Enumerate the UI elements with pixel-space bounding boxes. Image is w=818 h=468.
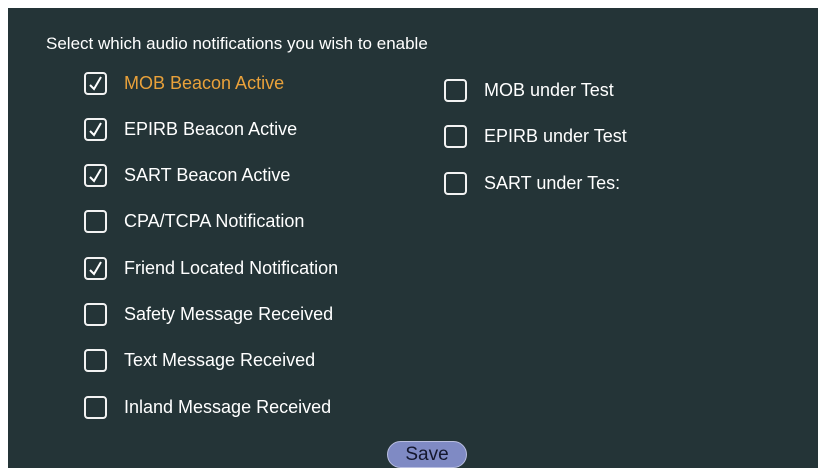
option-label: SART Beacon Active bbox=[124, 165, 291, 185]
option-cpa-tcpa-notification[interactable]: CPA/TCPA Notification bbox=[84, 210, 304, 233]
option-epirb-beacon-active[interactable]: EPIRB Beacon Active bbox=[84, 118, 297, 141]
option-label: SART under Tes: bbox=[484, 173, 621, 193]
checkmark-icon bbox=[89, 122, 102, 137]
checkbox[interactable] bbox=[84, 257, 107, 280]
checkbox[interactable] bbox=[84, 396, 107, 419]
checkbox[interactable] bbox=[444, 172, 467, 195]
checkbox[interactable] bbox=[444, 79, 467, 102]
option-mob-beacon-active[interactable]: MOB Beacon Active bbox=[84, 72, 284, 95]
option-inland-message-received[interactable]: Inland Message Received bbox=[84, 396, 331, 419]
option-label: EPIRB under Test bbox=[484, 126, 627, 146]
checkbox[interactable] bbox=[84, 349, 107, 372]
option-label: Safety Message Received bbox=[124, 304, 334, 324]
option-label: EPIRB Beacon Active bbox=[124, 119, 298, 139]
option-sart-under-test[interactable]: SART under Tes: bbox=[444, 172, 620, 195]
checkbox[interactable] bbox=[84, 164, 107, 187]
option-label: MOB Beacon Active bbox=[124, 73, 285, 93]
option-epirb-under-test[interactable]: EPIRB under Test bbox=[444, 125, 627, 148]
option-mob-under-test[interactable]: MOB under Test bbox=[444, 79, 614, 102]
checkmark-icon bbox=[89, 76, 102, 91]
checkbox[interactable] bbox=[84, 210, 107, 233]
save-button[interactable]: Save bbox=[387, 441, 467, 468]
checkbox[interactable] bbox=[84, 118, 107, 141]
option-label: MOB under Test bbox=[484, 80, 614, 100]
audio-notifications-panel: Select which audio notifications you wis… bbox=[8, 8, 818, 468]
checkbox[interactable] bbox=[84, 72, 107, 95]
option-label: Text Message Received bbox=[124, 350, 316, 370]
option-label: Friend Located Notification bbox=[124, 258, 339, 278]
checkmark-icon bbox=[89, 261, 102, 276]
checkbox[interactable] bbox=[84, 303, 107, 326]
panel-heading: Select which audio notifications you wis… bbox=[46, 34, 428, 53]
option-sart-beacon-active[interactable]: SART Beacon Active bbox=[84, 164, 290, 187]
option-label: Inland Message Received bbox=[124, 397, 332, 417]
option-friend-located-notification[interactable]: Friend Located Notification bbox=[84, 257, 338, 280]
option-safety-message-received[interactable]: Safety Message Received bbox=[84, 303, 333, 326]
option-label: CPA/TCPA Notification bbox=[124, 211, 305, 231]
option-text-message-received[interactable]: Text Message Received bbox=[84, 349, 315, 372]
checkbox[interactable] bbox=[444, 125, 467, 148]
checkmark-icon bbox=[89, 168, 102, 183]
